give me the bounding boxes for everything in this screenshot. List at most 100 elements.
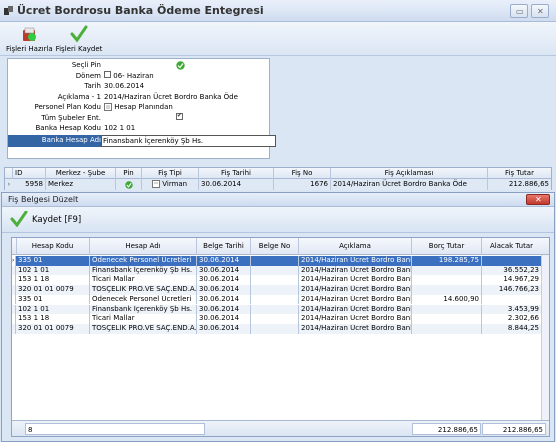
voucher-lines-footer: 8 212.886,65 212.886,65 xyxy=(12,420,549,436)
table-row[interactable]: 320 01 01 0079 TOSÇELİK PRO.VE SAÇ.END.A.… xyxy=(12,323,549,334)
cell-no xyxy=(251,256,299,266)
cell-borc xyxy=(412,275,482,286)
description-field[interactable]: 2014/Haziran Ücret Bordro Banka Öde xyxy=(104,93,238,101)
cell-borc xyxy=(412,285,482,295)
cell-ad: Ticari Mallar xyxy=(90,314,197,324)
col-header[interactable]: Açıklama xyxy=(299,238,412,255)
form-row-bank-code: Banka Hesap Kodu 102 1 01 xyxy=(8,124,269,134)
header-indicator xyxy=(5,168,13,179)
pin-status-icon[interactable] xyxy=(176,61,185,72)
cell-kod: 102 1 01 xyxy=(16,304,90,315)
cell-alacak: 2.302,66 xyxy=(507,314,539,323)
col-header[interactable]: Belge Tarihi xyxy=(197,238,251,255)
table-row[interactable]: › 5958 Merkez Virman 30.06.2014 1676 201… xyxy=(5,179,551,190)
col-header[interactable]: Fiş Açıklaması xyxy=(331,168,488,179)
close-icon: ✕ xyxy=(537,7,544,16)
cell-tarih: 30.06.2014 xyxy=(199,179,274,190)
all-branches-checkbox[interactable] xyxy=(176,112,183,120)
row-indicator-icon: › xyxy=(7,181,11,188)
form-row-all-branches: Tüm Şubeler Ent. xyxy=(8,112,269,124)
table-row[interactable]: 153 1 18 Ticari Mallar 30.06.2014 2014/Hazi… xyxy=(12,314,549,324)
minimize-button[interactable]: ▭ xyxy=(510,4,528,18)
save-f9-button[interactable]: Kaydet [F9] xyxy=(10,210,81,229)
cell-no xyxy=(251,323,299,334)
cell-merkez: Merkez xyxy=(46,179,116,190)
form-label: Banka Hesap Adı xyxy=(41,135,101,144)
dialog-close-button[interactable]: ✕ xyxy=(526,194,550,205)
cell-borc xyxy=(412,323,482,334)
save-vouchers-button[interactable]: Fişleri Kaydet xyxy=(54,23,104,55)
cell-kod: 153 1 18 xyxy=(16,314,90,324)
table-row[interactable]: 102 1 01 Finansbank İçerenköy Şb Hs. 30.06… xyxy=(12,265,549,276)
col-header[interactable]: Fiş Tarihi xyxy=(199,168,274,179)
checkmark-icon xyxy=(70,25,88,43)
cell-kod: 335 01 xyxy=(16,294,90,305)
col-header[interactable]: Pin xyxy=(116,168,142,179)
form-row-bank-name: Banka Hesap Adı Finansbank İçerenköy Şb … xyxy=(8,134,276,147)
bank-code-field[interactable]: 102 1 01 xyxy=(104,124,135,132)
cell-id: 5958 xyxy=(13,179,46,190)
cell-tarih: 30.06.2014 xyxy=(197,323,251,334)
date-field[interactable]: 30.06.2014 xyxy=(104,82,144,90)
vouchers-grid: ID Merkez - Şube Pin Fiş Tipi Fiş Tarihi… xyxy=(4,167,552,190)
cell-no xyxy=(251,265,299,276)
cell-aciklama: 2014/Haziran Ücret Bordro Banka xyxy=(301,294,412,305)
cell-alacak: 36.552,23 xyxy=(503,265,539,274)
cell-alacak: 8.844,25 xyxy=(507,323,539,332)
form-row-description: Açıklama - 1 2014/Haziran Ücret Bordro B… xyxy=(8,93,269,103)
vertical-scrollbar[interactable] xyxy=(541,255,549,420)
table-row[interactable]: 102 1 01 Finansbank İçerenköy Şb Hs. 30.06… xyxy=(12,304,549,315)
col-header[interactable]: Fiş Tutar xyxy=(488,168,551,179)
minimize-icon: ▭ xyxy=(516,7,524,16)
cell-kod: 320 01 01 0079 xyxy=(16,323,90,334)
bank-name-input[interactable]: Finansbank İçerenköy Şb Hs. xyxy=(101,134,276,147)
col-header[interactable]: Borç Tutar xyxy=(412,238,482,255)
col-header[interactable]: ID xyxy=(13,168,46,179)
cell-ad: Ödenecek Personel Ücretleri xyxy=(90,294,197,305)
cell-aciklama: 2014/Haziran Ücret Bordro Banka xyxy=(301,323,412,334)
cell-tarih: 30.06.2014 xyxy=(197,285,251,295)
form-row-pin: Seçli Pin xyxy=(8,61,269,71)
cell-ad: TOSÇELİK PRO.VE SAÇ.END.A.Ş xyxy=(92,285,197,295)
save-vouchers-label: Fişleri Kaydet xyxy=(55,45,103,53)
dialog-toolbar: Kaydet [F9] xyxy=(2,207,554,233)
period-checkbox[interactable] xyxy=(104,71,111,78)
form-row-plan-code: Personel Plan Kodu Hesap Planından xyxy=(8,103,269,113)
table-row[interactable]: 320 01 01 0079 TOSÇELİK PRO.VE SAÇ.END.A.… xyxy=(12,285,549,295)
window-title-bar: Ücret Bordrosu Banka Ödeme Entegresi ▭ ✕ xyxy=(0,0,556,22)
col-header[interactable]: Alacak Tutar xyxy=(482,238,541,255)
col-header[interactable]: Hesap Adı xyxy=(90,238,197,255)
cell-borc: 198.285,75 xyxy=(412,256,482,266)
cell-alacak: 14.967,29 xyxy=(503,275,539,284)
form-row-period: Dönem 06- Haziran xyxy=(8,71,269,82)
form-label: Açıklama - 1 xyxy=(57,92,101,101)
table-row[interactable]: › 335 01 Ödenecek Personel Ücretleri 30.06.… xyxy=(12,256,549,266)
borc-total: 212.886,65 xyxy=(412,423,481,435)
cell-borc: 14.600,90 xyxy=(412,294,482,305)
dialog-title-bar: Fiş Belgesi Düzelt ✕ xyxy=(2,193,554,207)
close-window-button[interactable]: ✕ xyxy=(531,4,549,18)
cell-alacak: 3.453,99 xyxy=(507,304,539,313)
cell-aciklama: 2014/Haziran Ücret Bordro Banka xyxy=(301,314,412,324)
pin-check-icon xyxy=(124,180,133,189)
col-header[interactable]: Hesap Kodu xyxy=(16,238,90,255)
document-icon xyxy=(104,103,112,111)
cell-pin xyxy=(116,179,142,190)
voucher-type-value: Virman xyxy=(162,180,188,188)
cell-ad: Ödenecek Personel Ücretleri xyxy=(90,256,197,266)
cell-tarih: 30.06.2014 xyxy=(197,275,251,286)
col-header[interactable]: Merkez - Şube xyxy=(46,168,116,179)
col-header[interactable]: Fiş No xyxy=(274,168,331,179)
table-row[interactable]: 335 01 Ödenecek Personel Ücretleri 30.06.2… xyxy=(12,294,549,305)
period-field[interactable]: 06- Haziran xyxy=(104,71,154,80)
col-header[interactable]: Belge No xyxy=(251,238,299,255)
plan-code-field[interactable]: Hesap Planından xyxy=(104,103,173,111)
period-value: 06- Haziran xyxy=(113,71,154,80)
prepare-vouchers-button[interactable]: Fişleri Hazırla xyxy=(6,23,53,55)
cell-aciklama: 2014/Haziran Ücret Bordro Banka xyxy=(301,275,412,286)
cell-tip: Virman xyxy=(142,179,199,190)
table-row[interactable]: 153 1 18 Ticari Mallar 30.06.2014 2014/Hazi… xyxy=(12,275,549,286)
col-header[interactable]: Fiş Tipi xyxy=(142,168,199,179)
cell-no xyxy=(251,275,299,286)
all-branches-checkbox-wrap[interactable] xyxy=(176,112,183,122)
